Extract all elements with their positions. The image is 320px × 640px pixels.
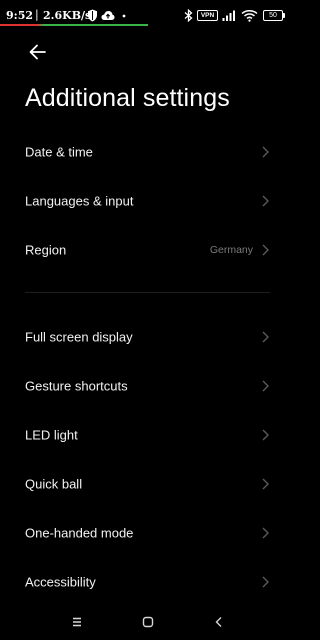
setting-region[interactable]: Region Germany bbox=[0, 226, 295, 274]
cloud-upload-icon bbox=[101, 11, 115, 20]
chevron-right-icon bbox=[262, 195, 269, 207]
shield-icon bbox=[88, 9, 97, 22]
battery-icon: 50 bbox=[263, 10, 283, 21]
setting-label: Accessibility bbox=[25, 574, 96, 590]
status-separator: | bbox=[35, 8, 39, 21]
setting-label: Gesture shortcuts bbox=[25, 378, 128, 394]
setting-accessibility[interactable]: Accessibility bbox=[0, 558, 295, 606]
chevron-right-icon bbox=[262, 478, 269, 490]
signal-icon bbox=[222, 10, 235, 21]
status-bar: 9:52 | 2.6KB/s VPN 50 bbox=[0, 0, 295, 26]
setting-label: Languages & input bbox=[25, 193, 134, 209]
status-time: 9:52 bbox=[6, 9, 34, 22]
section-divider bbox=[25, 292, 270, 293]
chevron-right-icon bbox=[262, 244, 269, 256]
chevron-right-icon bbox=[262, 146, 269, 158]
setting-led-light[interactable]: LED light bbox=[0, 411, 295, 459]
back-button[interactable] bbox=[26, 40, 50, 64]
chevron-right-icon bbox=[262, 331, 269, 343]
setting-label: Date & time bbox=[25, 144, 93, 160]
download-progress-line bbox=[0, 24, 148, 26]
arrow-left-icon bbox=[29, 44, 46, 60]
navigation-bar bbox=[0, 604, 295, 640]
setting-one-handed-mode[interactable]: One-handed mode bbox=[0, 509, 295, 557]
setting-quick-ball[interactable]: Quick ball bbox=[0, 460, 295, 508]
setting-gesture-shortcuts[interactable]: Gesture shortcuts bbox=[0, 362, 295, 410]
setting-label: Full screen display bbox=[25, 329, 133, 345]
page-title: Additional settings bbox=[25, 84, 230, 112]
wifi-icon bbox=[241, 9, 258, 22]
menu-icon[interactable] bbox=[69, 614, 85, 630]
chevron-right-icon bbox=[262, 527, 269, 539]
setting-languages-input[interactable]: Languages & input bbox=[0, 177, 295, 225]
setting-value: Germany bbox=[209, 244, 253, 256]
bluetooth-icon bbox=[184, 9, 193, 22]
dot-icon bbox=[122, 14, 126, 18]
chevron-right-icon bbox=[262, 380, 269, 392]
setting-label: One-handed mode bbox=[25, 525, 134, 541]
vpn-icon: VPN bbox=[197, 10, 218, 21]
setting-date-time[interactable]: Date & time bbox=[0, 128, 295, 176]
home-icon[interactable] bbox=[140, 614, 156, 630]
setting-label: LED light bbox=[25, 427, 78, 443]
setting-label: Region bbox=[25, 242, 67, 258]
setting-full-screen-display[interactable]: Full screen display bbox=[0, 313, 295, 361]
chevron-right-icon bbox=[262, 429, 269, 441]
setting-label: Quick ball bbox=[25, 476, 83, 492]
network-speed: 2.6KB/s bbox=[43, 9, 92, 22]
chevron-right-icon bbox=[262, 576, 269, 588]
battery-tip bbox=[283, 13, 285, 18]
back-icon[interactable] bbox=[211, 614, 227, 630]
